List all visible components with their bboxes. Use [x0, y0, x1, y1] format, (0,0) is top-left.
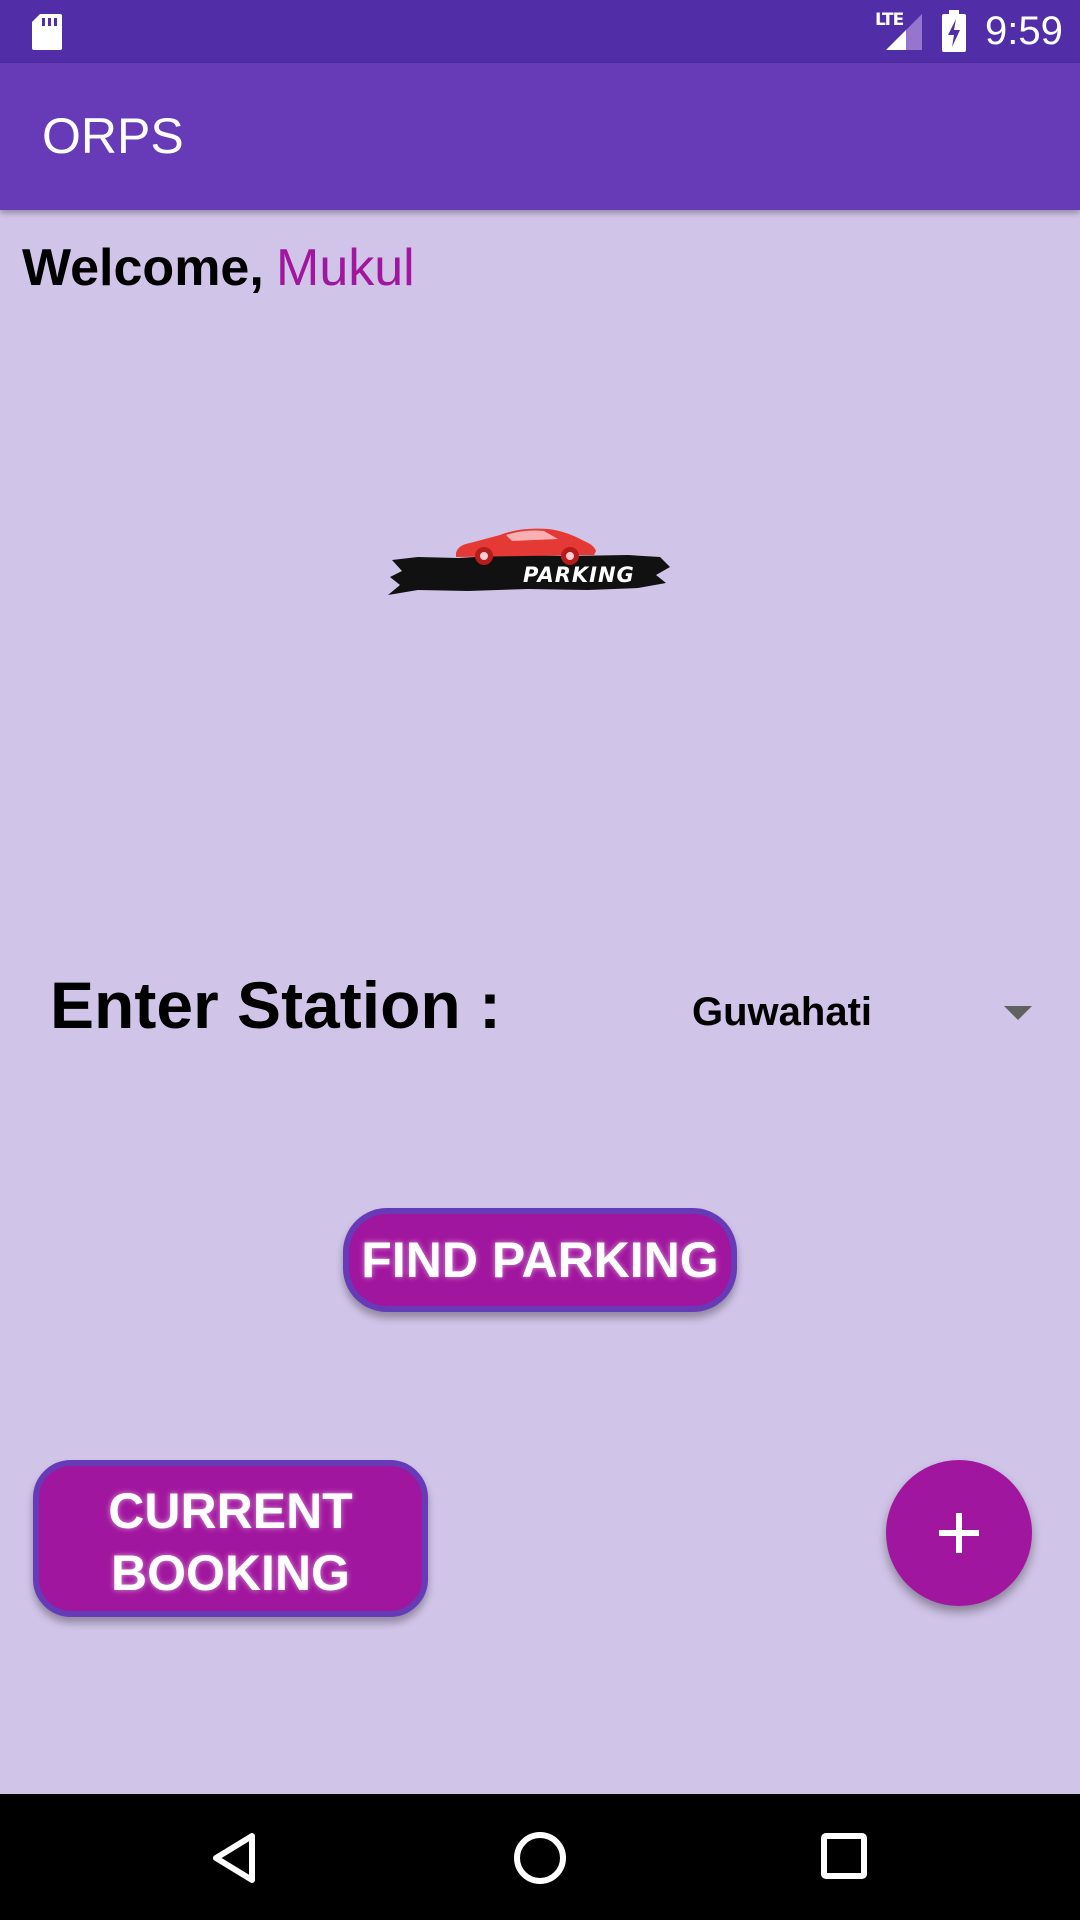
- navigation-bar: [0, 1794, 1080, 1920]
- sd-card-icon: [32, 14, 62, 50]
- app-bar: ORPS: [0, 63, 1080, 210]
- home-icon[interactable]: [512, 1830, 568, 1886]
- recents-icon[interactable]: [820, 1832, 868, 1880]
- add-fab-button[interactable]: [886, 1460, 1032, 1606]
- find-parking-button[interactable]: FIND PARKING: [343, 1208, 737, 1312]
- station-dropdown[interactable]: Guwahati: [680, 980, 1040, 1044]
- station-selected-value: Guwahati: [692, 990, 873, 1034]
- back-icon[interactable]: [210, 1832, 258, 1884]
- battery-charging-icon: [942, 10, 966, 52]
- welcome-label: Welcome,: [22, 239, 264, 297]
- station-label: Enter Station :: [50, 968, 502, 1042]
- current-booking-button[interactable]: CURRENT BOOKING: [33, 1460, 428, 1617]
- car-icon: [388, 528, 670, 595]
- dropdown-arrow-icon: [1004, 1006, 1032, 1020]
- logo-text: PARKING: [523, 563, 635, 587]
- parking-logo: PARKING: [388, 515, 673, 600]
- clock: 9:59: [985, 9, 1063, 53]
- current-booking-line2: BOOKING: [111, 1545, 350, 1601]
- signal-icon: [886, 14, 922, 50]
- app-screen: LTE 9:59 ORPS Welcome, Mukul PARKING Ent…: [0, 0, 1080, 1920]
- app-title: ORPS: [42, 108, 184, 164]
- status-bar: LTE 9:59: [0, 0, 1080, 63]
- user-name: Mukul: [276, 239, 415, 297]
- current-booking-line1: CURRENT: [108, 1483, 353, 1539]
